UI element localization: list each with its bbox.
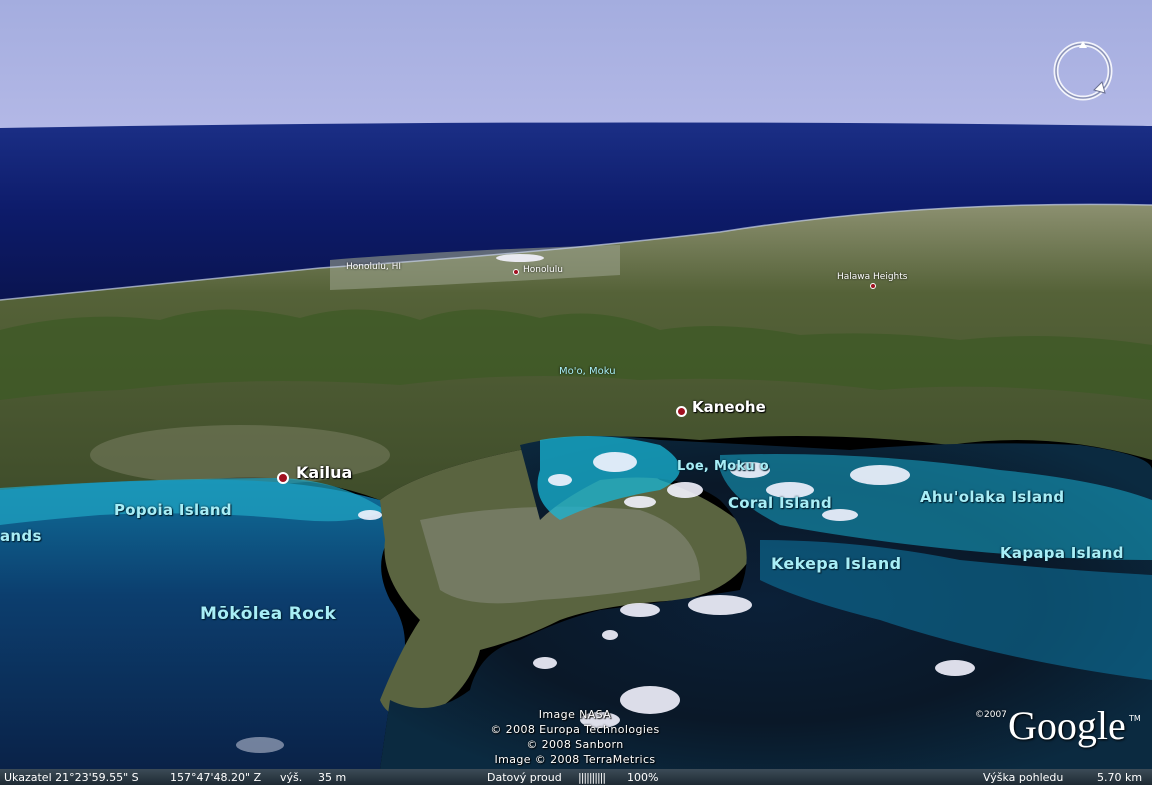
label-honolulu-hi[interactable]: Honolulu, HI: [346, 262, 401, 272]
elevation-label: výš.: [280, 771, 303, 784]
credit-line: Image NASA: [538, 708, 612, 721]
label-ahuolaka-island[interactable]: Ahu'olaka Island: [920, 488, 1064, 506]
label-kekepa-island[interactable]: Kekepa Island: [771, 554, 901, 573]
status-bar: Ukazatel 21°23'59.55" S 157°47'48.20" Z …: [0, 769, 1152, 785]
logo-brand: Google: [1008, 703, 1126, 748]
label-honolulu[interactable]: Honolulu: [523, 265, 563, 275]
label-loe-moku-o[interactable]: Loe, Moku o: [677, 459, 769, 474]
imagery-credits: Image NASA © 2008 Europa Technologies © …: [470, 707, 680, 767]
eye-altitude-value: 5.70 km: [1097, 771, 1143, 784]
label-halawa-heights[interactable]: Halawa Heights: [837, 272, 907, 282]
credit-line: Image © 2008 TerraMetrics: [494, 753, 656, 766]
credit-line: © 2008 Europa Technologies: [490, 723, 660, 736]
place-marker-icon[interactable]: [277, 472, 289, 484]
label-moo-moku[interactable]: Mo'o, Moku: [559, 366, 616, 377]
label-coral-island[interactable]: Coral Island: [728, 494, 832, 512]
map-view[interactable]: [0, 0, 1152, 785]
eye-altitude-label: Výška pohledu: [983, 771, 1064, 784]
label-popoia-island[interactable]: Popoia Island: [114, 501, 232, 519]
stream-percent: 100%: [627, 771, 659, 784]
label-mokolea-rock[interactable]: Mōkōlea Rock: [200, 604, 336, 624]
credit-line: © 2008 Sanborn: [526, 738, 624, 751]
elevation-value: 35 m: [318, 771, 347, 784]
label-kapapa-island[interactable]: Kapapa Island: [1000, 544, 1124, 562]
pointer-longitude: 157°47'48.20" Z: [170, 771, 262, 784]
compass-ring-icon[interactable]: [1050, 38, 1116, 104]
pointer-latitude: Ukazatel 21°23'59.55" S: [4, 771, 139, 784]
label-islands-partial[interactable]: ands: [0, 527, 42, 545]
stream-label: Datový proud: [487, 771, 562, 784]
logo-copyright: ©2007: [975, 710, 1007, 720]
place-marker-icon[interactable]: [870, 283, 876, 289]
place-marker-icon[interactable]: [513, 269, 519, 275]
place-marker-icon[interactable]: [676, 406, 687, 417]
logo-tm: TM: [1129, 714, 1141, 723]
label-kaneohe[interactable]: Kaneohe: [692, 398, 766, 416]
label-kailua[interactable]: Kailua: [296, 463, 352, 482]
stream-progress-bars: ||||||||||: [578, 771, 606, 784]
